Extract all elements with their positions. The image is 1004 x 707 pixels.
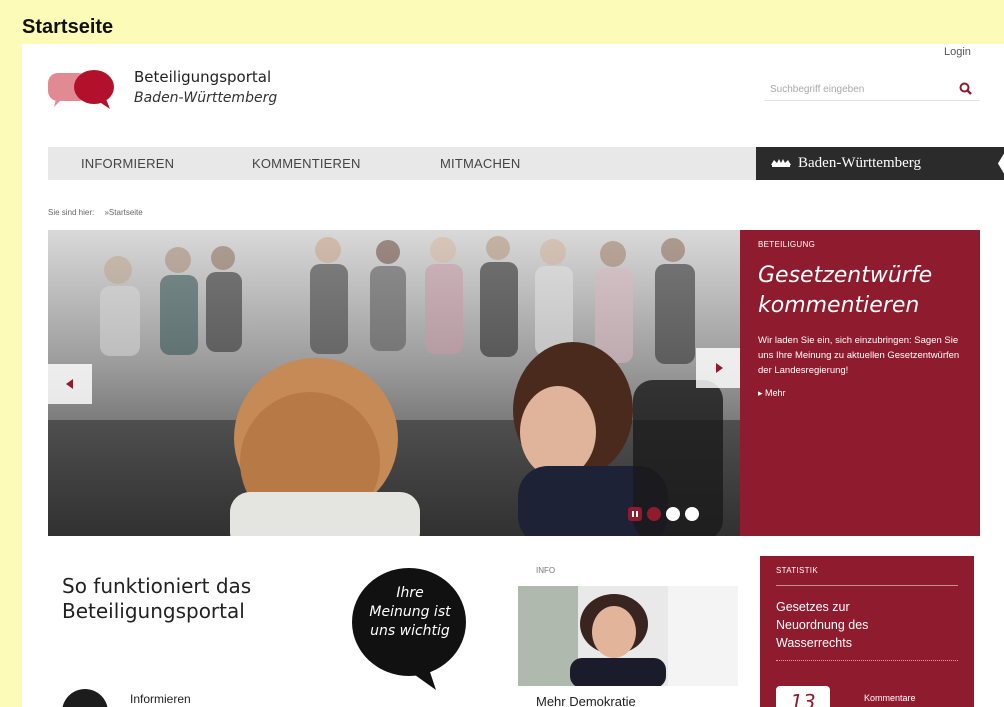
info-kicker: INFO [536, 566, 556, 575]
step-informieren-icon [62, 689, 108, 707]
how-it-works-title: So funktioniert das Beteiligungsportal [62, 574, 251, 624]
carousel-next-button[interactable] [696, 348, 740, 388]
stats-dotted-divider [776, 660, 958, 661]
carousel-dot-2[interactable] [666, 507, 680, 521]
info-headline[interactable]: Mehr Demokratie [536, 694, 636, 707]
stats-divider [776, 585, 958, 586]
count-label-line1: Kommentare [864, 693, 916, 703]
portrait-image [518, 586, 738, 686]
stats-title-line3: Wasserrechts [776, 636, 852, 650]
carousel-dot-3[interactable] [685, 507, 699, 521]
stats-title-line1: Gesetzes zur [776, 600, 850, 614]
info-photo[interactable] [518, 586, 738, 686]
portal-page: Login Beteiligungsportal Baden-Württembe… [22, 44, 1004, 707]
comment-count: 13 [776, 686, 830, 707]
statistics-panel: STATISTIK Gesetzes zur Neuordnung des Wa… [760, 556, 974, 707]
nav-item-informieren[interactable]: INFORMIEREN [81, 147, 174, 180]
main-navigation: INFORMIEREN KOMMENTIEREN MITMACHEN Baden… [48, 147, 1004, 180]
hero-carousel [48, 230, 740, 536]
stats-title-line2: Neuordnung des [776, 618, 869, 632]
bubble-line2: Meinung ist [369, 604, 451, 620]
bubble-line1: Ihre [396, 585, 424, 601]
teaser-more-link[interactable]: ▸ Mehr [758, 388, 962, 399]
teaser-body: Wir laden Sie ein, sich einzubringen: Sa… [758, 335, 960, 376]
search-input[interactable] [764, 78, 944, 101]
carousel-indicators [628, 506, 699, 522]
slide-title: Startseite [22, 16, 114, 38]
teaser-headline-line1: Gesetzentwürfe [758, 263, 933, 288]
chevron-left-icon [66, 379, 73, 389]
state-brand-bar[interactable]: Baden-Württemberg [756, 147, 1004, 180]
step-informieren-label[interactable]: Informieren [130, 692, 191, 706]
teaser-headline-line2: kommentieren [758, 293, 920, 318]
teaser-kicker: BETEILIGUNG [758, 240, 816, 249]
bubble-line3: uns wichtig [370, 623, 450, 639]
chevron-right-icon [716, 363, 723, 373]
teaser-headline[interactable]: Gesetzentwürfe kommentieren [758, 261, 962, 321]
breadcrumb: Sie sind hier: »Startseite [48, 208, 151, 217]
brand-name: Beteiligungsportal [134, 68, 272, 86]
how-title-line2: Beteiligungsportal [62, 599, 245, 623]
nav-item-kommentieren[interactable]: KOMMENTIEREN [252, 147, 361, 180]
search-box [764, 77, 980, 101]
carousel-dot-1[interactable] [647, 507, 661, 521]
login-link[interactable]: Login [944, 46, 971, 58]
search-icon[interactable] [958, 81, 974, 97]
carousel-pause-icon[interactable] [628, 507, 642, 521]
carousel-prev-button[interactable] [48, 364, 92, 404]
breadcrumb-label: Sie sind hier: [48, 208, 95, 217]
bubble-text: Ihre Meinung ist uns wichtig [358, 584, 462, 641]
comment-count-label: Kommentare gesamt [864, 692, 916, 707]
breadcrumb-current[interactable]: »Startseite [104, 208, 142, 217]
nav-item-mitmachen[interactable]: MITMACHEN [440, 147, 521, 180]
state-brand-label: Baden-Württemberg [798, 155, 922, 171]
brand-region: Baden-Württemberg [134, 90, 278, 106]
stats-title[interactable]: Gesetzes zur Neuordnung des Wasserrechts [776, 598, 958, 652]
state-lions-icon [771, 159, 791, 167]
hero-photo [48, 230, 740, 536]
how-title-line1: So funktioniert das [62, 574, 252, 598]
stats-kicker: STATISTIK [776, 566, 818, 575]
speech-bubbles-logo-icon[interactable] [48, 69, 116, 109]
hero-teaser-panel: BETEILIGUNG Gesetzentwürfe kommentieren … [740, 230, 980, 536]
